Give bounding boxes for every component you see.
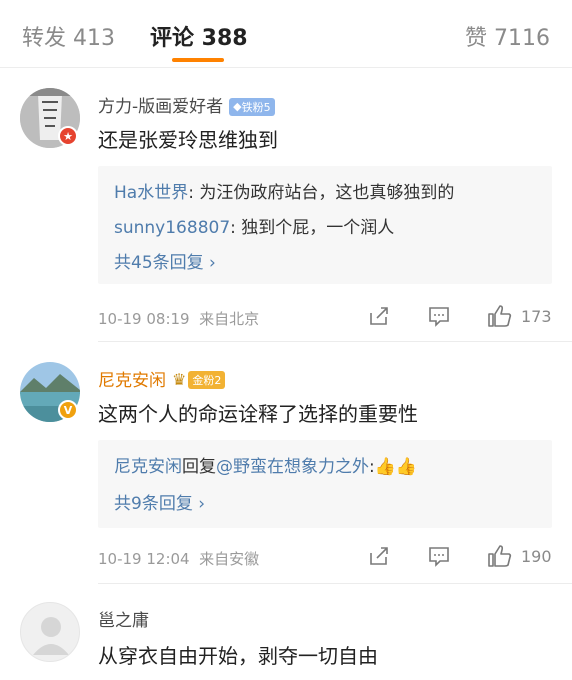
tab-reposts[interactable]: 转发 413 — [22, 20, 115, 52]
reply-button[interactable] — [428, 305, 450, 327]
reply-button[interactable] — [428, 545, 450, 567]
reply-text: 回复 — [182, 457, 216, 477]
comment-text: 从穿衣自由开始，剥夺一切自由 — [98, 644, 378, 668]
comment-username[interactable]: 尼克安闲 ♛ 金粉2 — [98, 366, 226, 391]
active-tab-indicator — [172, 58, 224, 62]
reply-item[interactable]: 尼克安闲回复@野蛮在想象力之外:👍👍 — [114, 452, 417, 477]
fan-badge-label: 铁粉5 — [241, 100, 271, 114]
reply-text: : 独到个屁，一个润人 — [230, 218, 395, 238]
thumbs-up-icon — [488, 545, 512, 567]
comment-time: 10-19 08:19 — [98, 310, 190, 328]
comment-meta: 10-19 08:19 来自北京 — [98, 308, 259, 329]
share-icon — [370, 307, 388, 325]
like-button[interactable]: 190 — [487, 544, 552, 568]
comment-item: 邕之庸 从穿衣自由开始，剥夺一切自由 — [0, 584, 572, 680]
comment-item: V 尼克安闲 ♛ 金粉2 这两个人的命运诠释了选择的重要性 尼克安闲回复@野蛮在想象… — [0, 342, 572, 584]
fan-badge-label: 金粉2 — [192, 374, 222, 387]
reply-mention[interactable]: @野蛮在想象力之外 — [216, 457, 369, 477]
comment-source: 来自北京 — [199, 310, 260, 328]
comment-username[interactable]: 方力-版画爱好者 ◆ 铁粉5 — [98, 92, 275, 117]
share-button[interactable] — [368, 545, 390, 567]
reply-item[interactable]: Ha水世界: 为汪伪政府站台，这也真够独到的 — [114, 178, 454, 203]
comment-text: 这两个人的命运诠释了选择的重要性 — [98, 402, 418, 426]
more-replies-link[interactable]: 共45条回复 › — [114, 248, 216, 273]
comment-source: 来自安徽 — [199, 550, 260, 568]
username-text[interactable]: 方力-版画爱好者 — [98, 97, 223, 117]
verified-badge-icon: ★ — [58, 126, 78, 146]
comment-tabs: 转发 413 评论 388 赞 7116 — [0, 0, 572, 68]
like-count: 173 — [521, 306, 552, 326]
reply-username[interactable]: sunny168807 — [114, 218, 230, 238]
verified-badge-icon: V — [58, 400, 78, 420]
reply-preview[interactable]: Ha水世界: 为汪伪政府站台，这也真够独到的 sunny168807: 独到个屁… — [98, 166, 552, 284]
more-replies-link[interactable]: 共9条回复 › — [114, 489, 205, 514]
comment-icon — [429, 547, 449, 567]
share-button[interactable] — [368, 305, 390, 327]
like-button[interactable]: 173 — [487, 304, 552, 328]
thumbs-up-icon — [488, 305, 512, 327]
avatar[interactable] — [20, 602, 80, 662]
reply-preview[interactable]: 尼克安闲回复@野蛮在想象力之外:👍👍 共9条回复 › — [98, 440, 552, 528]
tab-likes[interactable]: 赞 7116 — [465, 20, 550, 52]
comment-username[interactable]: 邕之庸 — [98, 606, 149, 631]
like-count: 190 — [521, 546, 552, 566]
comment-item: ★ 方力-版画爱好者 ◆ 铁粉5 还是张爱玲思维独到 Ha水世界: 为汪伪政府站台… — [0, 68, 572, 342]
crown-icon: ♛ — [172, 370, 187, 389]
comment-icon — [429, 307, 449, 327]
comment-text: 还是张爱玲思维独到 — [98, 128, 278, 152]
reply-username[interactable]: 尼克安闲 — [114, 457, 182, 477]
share-icon — [370, 547, 388, 565]
fan-badge: ◆ 铁粉5 — [229, 97, 275, 116]
fan-badge: 金粉2 — [188, 371, 226, 389]
username-text[interactable]: 尼克安闲 — [98, 371, 166, 391]
reply-text: : 为汪伪政府站台，这也真够独到的 — [188, 183, 455, 203]
reply-username[interactable]: Ha水世界 — [114, 183, 188, 203]
thumbs-up-emoji-icon: :👍👍 — [369, 457, 418, 477]
tab-comments[interactable]: 评论 388 — [150, 20, 248, 52]
comment-meta: 10-19 12:04 来自安徽 — [98, 548, 259, 569]
default-avatar-icon — [33, 617, 69, 655]
comment-time: 10-19 12:04 — [98, 550, 190, 568]
reply-item[interactable]: sunny168807: 独到个屁，一个润人 — [114, 213, 394, 238]
